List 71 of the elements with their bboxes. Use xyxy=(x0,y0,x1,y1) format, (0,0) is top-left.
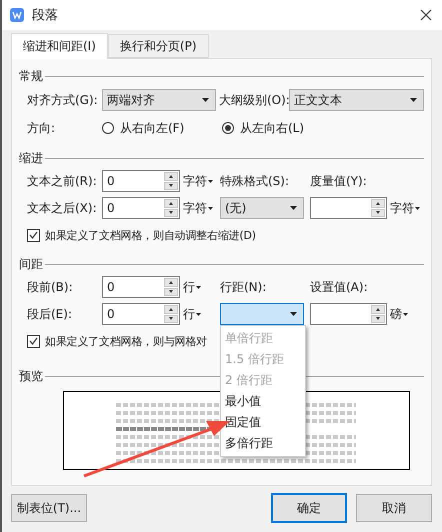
field-label: 设置值(A): xyxy=(310,278,369,296)
field-label: 段前(B): xyxy=(27,278,74,296)
radio-label: 从左向右(L) xyxy=(240,120,304,136)
unit-dropdown[interactable]: 行 xyxy=(183,306,220,322)
caret-icon xyxy=(290,206,297,210)
field-label: 方向: xyxy=(27,120,56,136)
unit-dropdown[interactable]: 行 xyxy=(183,278,220,296)
tab[interactable]: 缩进和间距(I) xyxy=(11,33,108,59)
radio-label: 从右向左(F) xyxy=(120,120,184,136)
spin-down-button[interactable] xyxy=(164,288,178,296)
dialog-button[interactable]: 取消 xyxy=(356,494,432,522)
line-spacing-select[interactable] xyxy=(220,303,304,325)
number-field[interactable] xyxy=(310,303,387,325)
spin-up-button[interactable] xyxy=(164,172,178,180)
menu-item[interactable]: 最小值 xyxy=(221,391,305,412)
spin-up-button[interactable] xyxy=(164,199,178,208)
checkbox-label: 如果定义了文档网格，则自动调整右缩进(D) xyxy=(45,228,256,242)
dialog-button[interactable]: 制表位(T)... xyxy=(11,494,87,522)
caret-icon xyxy=(208,180,213,182)
checkbox[interactable] xyxy=(27,334,40,348)
field-label: 对齐方式(G): xyxy=(27,92,99,108)
spin-up-button[interactable] xyxy=(371,305,385,314)
caret-icon xyxy=(290,312,297,316)
number-field[interactable]: 0 xyxy=(102,170,180,192)
field-label: 段后(E): xyxy=(27,306,73,322)
field-label: 文本之前(R): xyxy=(27,172,98,190)
field-label: 大纲级别(O): xyxy=(219,92,289,108)
caret-icon xyxy=(196,312,201,316)
caret-icon xyxy=(202,98,209,102)
section-heading: 间距 xyxy=(19,256,43,272)
close-icon[interactable] xyxy=(420,9,432,21)
caret-icon xyxy=(196,286,201,288)
spin-up-button[interactable] xyxy=(164,305,178,314)
section-heading: 缩进 xyxy=(19,150,43,166)
window-title: 段落 xyxy=(32,7,59,24)
field-label: 度量值(Y): xyxy=(310,172,368,190)
dialog-button[interactable]: 确定 xyxy=(271,493,347,523)
checkbox[interactable] xyxy=(27,228,40,242)
caret-icon xyxy=(410,98,417,102)
spin-down-button[interactable] xyxy=(164,208,178,217)
spin-down-button[interactable] xyxy=(371,208,385,217)
caret-icon xyxy=(403,312,408,316)
section-heading: 常规 xyxy=(19,68,43,84)
field-label: 行距(N): xyxy=(220,278,268,296)
number-field[interactable]: 0 xyxy=(102,276,180,298)
unit-dropdown[interactable]: 字符 xyxy=(390,200,422,216)
field-label: 文本之后(X): xyxy=(27,200,98,216)
unit-dropdown[interactable]: 字符 xyxy=(183,200,220,216)
outline-level-select[interactable]: 正文文本 xyxy=(289,89,424,111)
spin-down-button[interactable] xyxy=(371,314,385,323)
spin-down-button[interactable] xyxy=(164,182,178,190)
spin-down-button[interactable] xyxy=(164,314,178,323)
checkbox-label: 如果定义了文档网格，则与网格对 xyxy=(45,334,208,348)
number-field[interactable]: 0 xyxy=(102,197,180,219)
unit-dropdown[interactable]: 字符 xyxy=(183,172,220,190)
field-label: 特殊格式(S): xyxy=(220,172,290,190)
tab[interactable]: 换行和分页(P) xyxy=(108,34,209,58)
radio-button[interactable] xyxy=(102,122,114,134)
number-field[interactable] xyxy=(310,197,387,219)
caret-icon xyxy=(415,206,420,210)
spin-up-button[interactable] xyxy=(164,278,178,286)
unit-dropdown[interactable]: 磅 xyxy=(390,306,420,322)
radio-button[interactable] xyxy=(222,122,234,134)
number-field[interactable]: 0 xyxy=(102,303,180,325)
app-icon xyxy=(10,8,24,22)
caret-icon xyxy=(208,206,213,210)
menu-item[interactable]: 多倍行距 xyxy=(221,433,305,454)
section-heading: 预览 xyxy=(19,368,43,384)
spin-up-button[interactable] xyxy=(371,199,385,208)
special-format-select[interactable]: (无) xyxy=(220,197,304,219)
alignment-select[interactable]: 两端对齐 xyxy=(102,89,216,111)
